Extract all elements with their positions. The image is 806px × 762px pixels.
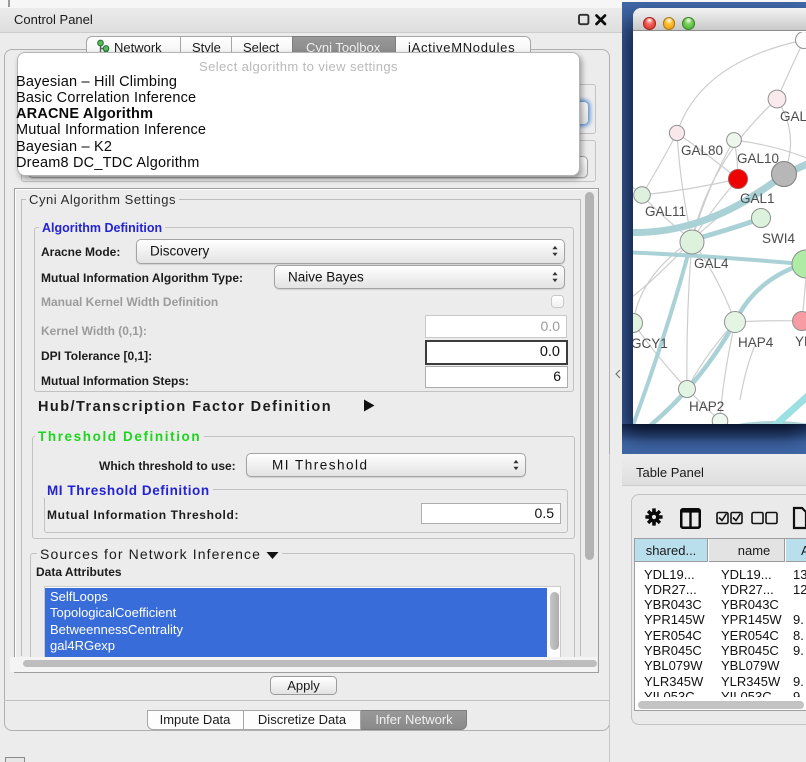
svg-text:GAL10: GAL10 bbox=[737, 151, 779, 166]
svg-text:SWI4: SWI4 bbox=[762, 231, 795, 246]
svg-text:HAP2: HAP2 bbox=[689, 399, 724, 414]
svg-text:GCY1: GCY1 bbox=[633, 336, 668, 351]
svg-text:GAL11: GAL11 bbox=[645, 204, 686, 219]
svg-text:GAL1: GAL1 bbox=[740, 191, 775, 206]
svg-text:HAP4: HAP4 bbox=[738, 335, 774, 350]
svg-text:GAL80: GAL80 bbox=[681, 143, 723, 158]
svg-text:YM: YM bbox=[795, 334, 806, 349]
svg-text:GAL7: GAL7 bbox=[780, 109, 806, 124]
svg-text:GAL4: GAL4 bbox=[694, 256, 729, 271]
